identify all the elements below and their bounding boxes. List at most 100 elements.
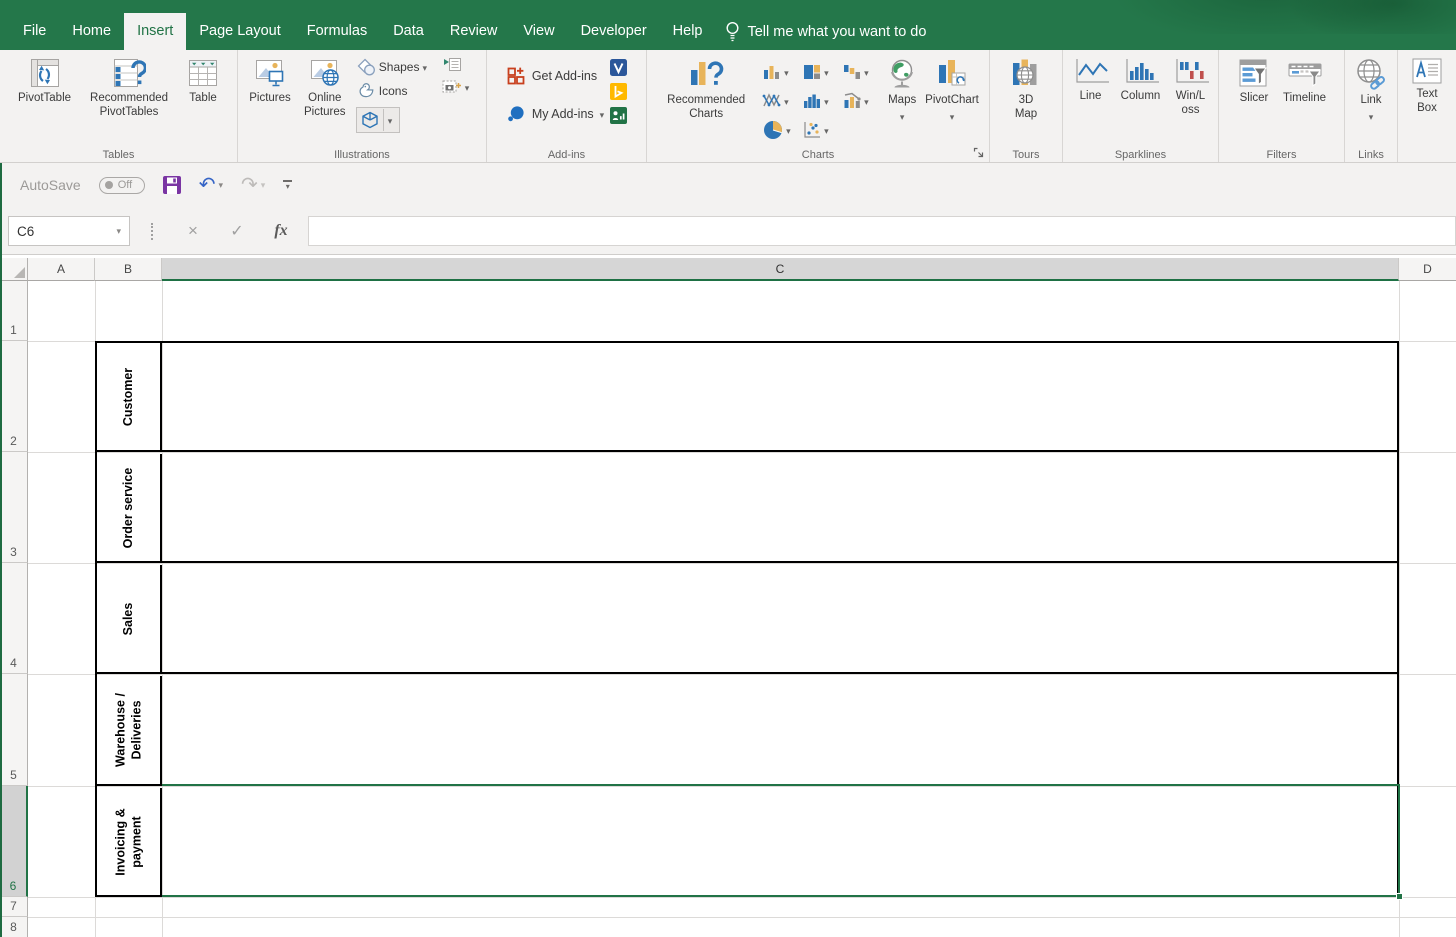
insert-combo-chart-button[interactable] — [842, 86, 882, 115]
3d-cube-icon — [357, 109, 383, 131]
row-header-7[interactable]: 7 — [0, 897, 28, 917]
recommended-charts-button[interactable]: Recommended Charts — [654, 53, 758, 122]
cell-b2[interactable]: Customer — [97, 343, 162, 450]
column-header-c[interactable]: C — [162, 258, 1399, 281]
maps-button[interactable]: Maps — [882, 53, 922, 125]
smartart-icon — [442, 57, 462, 73]
shapes-button[interactable]: Shapes — [356, 57, 442, 77]
get-addins-button[interactable]: Get Add-ins — [506, 63, 604, 89]
swimlane-order-service: Order service — [97, 454, 1397, 563]
column-sparkline-button[interactable]: Column — [1118, 53, 1164, 104]
row-header-6[interactable]: 6 — [0, 786, 28, 897]
cell-c5[interactable] — [164, 676, 1397, 784]
row-header-5[interactable]: 5 — [0, 674, 28, 786]
maps-label: Maps — [888, 94, 917, 106]
cell-c2[interactable] — [164, 343, 1397, 450]
3d-models-button[interactable] — [355, 107, 400, 133]
insert-line-or-area-chart-button[interactable] — [762, 86, 802, 115]
name-box[interactable]: C6 ▾ — [8, 216, 130, 246]
group-charts: Recommended Charts ▾ ▾ ▾ ▾ ▾ ▾ ▾ ▾ Maps … — [647, 50, 990, 162]
bing-maps-icon[interactable] — [610, 83, 628, 100]
name-box-caret-icon[interactable]: ▾ — [116, 226, 121, 237]
insert-hierarchy-chart-button[interactable] — [802, 57, 842, 86]
tab-view[interactable]: View — [510, 13, 567, 50]
row-header-2[interactable]: 2 — [0, 341, 28, 452]
tab-developer[interactable]: Developer — [568, 13, 660, 50]
customize-qat-button[interactable]: ▾ — [283, 179, 293, 191]
screenshot-button[interactable] — [442, 78, 478, 96]
cancel-icon: × — [188, 221, 198, 240]
row-header-8[interactable]: 8 — [0, 917, 28, 937]
dropdown-caret-icon — [864, 92, 869, 110]
cell-b3[interactable]: Order service — [97, 454, 162, 561]
slicer-button[interactable]: Slicer — [1234, 53, 1274, 106]
insert-column-or-bar-chart-button[interactable] — [762, 57, 802, 86]
my-addins-button[interactable]: My Add-ins — [506, 101, 604, 127]
insert-statistic-chart-button[interactable] — [802, 86, 842, 115]
shapes-dropdown-caret-icon[interactable] — [422, 58, 427, 76]
insert-scatter-or-bubble-chart-button[interactable] — [802, 115, 842, 144]
table-button[interactable]: Table — [184, 53, 222, 106]
formula-input[interactable] — [308, 216, 1456, 246]
lightbulb-icon — [725, 21, 740, 43]
cell-b5[interactable]: Warehouse / Deliveries — [97, 676, 162, 784]
online-pictures-button[interactable]: Online Pictures — [294, 53, 356, 120]
pictures-button[interactable]: Pictures — [246, 53, 294, 106]
select-all-button[interactable] — [0, 258, 28, 281]
cell-c4[interactable] — [164, 565, 1397, 672]
tab-page-layout[interactable]: Page Layout — [186, 13, 293, 50]
charts-group-label: Charts — [801, 149, 835, 161]
undo-button[interactable]: ↶ ▾ — [199, 175, 223, 195]
line-sparkline-button[interactable]: Line — [1068, 53, 1114, 104]
save-button[interactable] — [162, 176, 181, 194]
dropdown-caret-icon — [824, 63, 829, 81]
screenshot-dropdown-caret-icon[interactable] — [465, 78, 470, 96]
3d-map-button[interactable]: 3D Map — [1006, 53, 1046, 122]
ribbon-insert: PivotTable Recommended PivotTables Table… — [0, 50, 1456, 163]
active-cell-selection[interactable] — [162, 784, 1403, 900]
tab-help[interactable]: Help — [660, 13, 716, 50]
people-graph-icon[interactable] — [610, 107, 628, 124]
pivotchart-button[interactable]: PivotChart — [922, 53, 982, 125]
icons-button[interactable]: Icons — [356, 82, 442, 100]
column-header-b[interactable]: B — [95, 258, 162, 281]
insert-function-button[interactable]: fx — [264, 216, 298, 246]
tab-file[interactable]: File — [10, 13, 59, 50]
autosave-toggle[interactable]: Off — [98, 176, 145, 194]
3d-models-dropdown-caret-icon[interactable] — [382, 109, 397, 131]
text-box-button[interactable]: Text Box — [1406, 53, 1448, 116]
tab-insert[interactable]: Insert — [124, 13, 187, 50]
fill-handle[interactable] — [1396, 893, 1403, 900]
timeline-button[interactable]: Timeline — [1280, 53, 1329, 106]
redo-button[interactable]: ↷ ▾ — [241, 175, 265, 195]
smartart-button[interactable] — [442, 57, 478, 73]
column-header-a[interactable]: A — [28, 258, 95, 281]
tab-data[interactable]: Data — [380, 13, 437, 50]
link-button[interactable]: Link — [1351, 53, 1391, 125]
cell-b6[interactable]: Invoicing & payment — [97, 788, 162, 895]
winloss-sparkline-button[interactable]: Win/Loss — [1168, 53, 1214, 118]
tab-home[interactable]: Home — [59, 13, 124, 50]
redo-dropdown-caret-icon: ▾ — [260, 179, 266, 190]
tab-formulas[interactable]: Formulas — [294, 13, 380, 50]
cell-c3[interactable] — [164, 454, 1397, 561]
pivottable-button[interactable]: PivotTable — [15, 53, 74, 106]
insert-waterfall-or-stock-chart-button[interactable] — [842, 57, 882, 86]
pivottable-icon — [29, 57, 61, 89]
insert-pie-or-doughnut-chart-button[interactable] — [762, 115, 802, 144]
row-header-1[interactable]: 1 — [0, 281, 28, 341]
column-header-d[interactable]: D — [1399, 258, 1456, 281]
cell-b4[interactable]: Sales — [97, 565, 162, 672]
tab-review[interactable]: Review — [437, 13, 511, 50]
text-box-icon — [1411, 57, 1443, 85]
enter-button[interactable]: ✓ — [220, 216, 254, 246]
row-header-4[interactable]: 4 — [0, 563, 28, 674]
recommended-pivottables-button[interactable]: Recommended PivotTables — [74, 53, 184, 120]
cancel-button[interactable]: × — [176, 216, 210, 246]
my-addins-dropdown-caret-icon[interactable] — [600, 107, 605, 121]
undo-dropdown-caret-icon[interactable]: ▾ — [218, 180, 223, 191]
shapes-label: Shapes — [378, 60, 420, 74]
visio-data-visualizer-icon[interactable] — [610, 59, 628, 76]
row-header-3[interactable]: 3 — [0, 452, 28, 563]
tell-me-box[interactable]: Tell me what you want to do — [715, 13, 936, 50]
